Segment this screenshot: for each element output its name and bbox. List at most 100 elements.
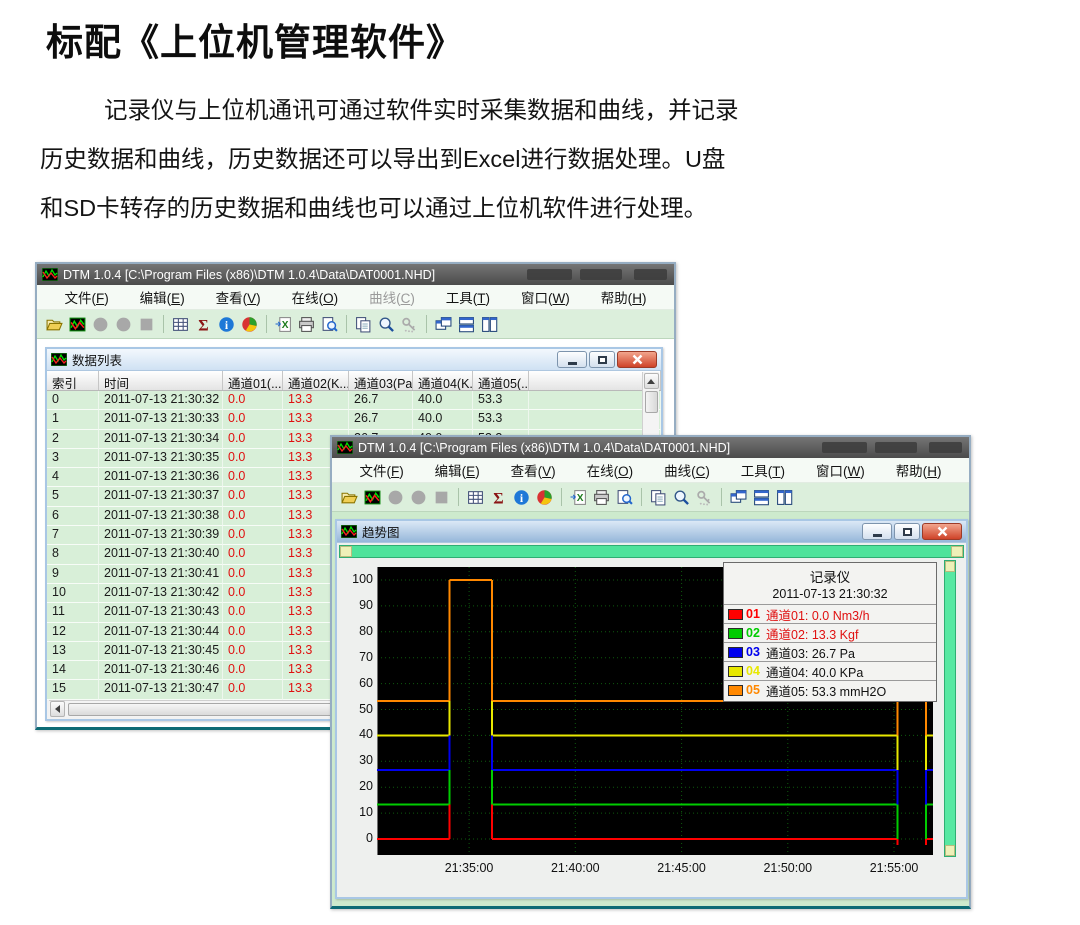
table-row[interactable]: 02011-07-13 21:30:320.013.326.740.053.3 <box>47 391 661 410</box>
sigma-icon[interactable]: Σ <box>488 487 509 507</box>
close-button[interactable] <box>617 351 657 368</box>
print-preview-icon[interactable] <box>319 314 340 334</box>
y-tick-label: 50 <box>339 702 373 716</box>
cascade-windows-icon[interactable] <box>728 487 749 507</box>
column-header[interactable]: 索引 <box>47 371 99 390</box>
arrow-up-icon <box>647 379 655 384</box>
table-cell: 26.7 <box>349 391 413 410</box>
table-cell: 2011-07-13 21:30:37 <box>99 487 223 506</box>
column-header[interactable]: 通道02(K... <box>283 371 349 390</box>
trend-titlebar[interactable]: 趋势图 <box>337 521 966 543</box>
copy-icon[interactable] <box>648 487 669 507</box>
menu-item-0[interactable]: 文件(F) <box>56 285 116 309</box>
zoom-icon[interactable] <box>671 487 692 507</box>
window-titlebar[interactable]: DTM 1.0.4 [C:\Program Files (x86)\DTM 1.… <box>332 437 969 458</box>
menu-item-4[interactable]: 曲线(C) <box>656 458 718 482</box>
table-cell: 53.3 <box>473 410 529 429</box>
toolbar-separator <box>346 315 347 333</box>
svg-text:Σ: Σ <box>493 490 503 506</box>
table-cell: 2011-07-13 21:30:42 <box>99 584 223 603</box>
channel-value: 通道04: 40.0 KPa <box>766 662 863 681</box>
open-folder-icon[interactable] <box>339 487 360 507</box>
menu-item-2[interactable]: 查看(V) <box>503 458 564 482</box>
intro-paragraph: 记录仪与上位机通讯可通过软件实时采集数据和曲线，并记录 历史数据和曲线，历史数据… <box>40 86 940 233</box>
scroll-up-button[interactable] <box>644 373 659 389</box>
pie-chart-icon[interactable] <box>239 314 260 334</box>
scroll-left-button[interactable] <box>50 701 65 717</box>
tile-horizontal-icon[interactable] <box>456 314 477 334</box>
time-range-slider[interactable] <box>339 545 964 558</box>
tile-horizontal-icon[interactable] <box>751 487 772 507</box>
column-header[interactable]: 通道01(... <box>223 371 283 390</box>
app-icon <box>51 353 67 366</box>
table-cell: 9 <box>47 565 99 584</box>
menu-item-2[interactable]: 查看(V) <box>208 285 269 309</box>
data-grid-icon[interactable] <box>170 314 191 334</box>
table-cell: 8 <box>47 545 99 564</box>
data-grid-icon[interactable] <box>465 487 486 507</box>
menu-item-3[interactable]: 在线(O) <box>284 285 347 309</box>
table-cell: 14 <box>47 661 99 680</box>
close-button[interactable] <box>922 523 962 540</box>
print-icon[interactable] <box>296 314 317 334</box>
column-header[interactable]: 通道04(K... <box>413 371 473 390</box>
y-tick-label: 20 <box>339 779 373 793</box>
table-cell: 13 <box>47 642 99 661</box>
excel-export-icon[interactable]: X <box>273 314 294 334</box>
minimize-button[interactable] <box>862 523 892 540</box>
open-folder-icon[interactable] <box>44 314 65 334</box>
y-tick-label: 0 <box>339 831 373 845</box>
column-header[interactable]: 时间 <box>99 371 223 390</box>
column-header[interactable]: 通道03(Pa) <box>349 371 413 390</box>
column-header[interactable]: 通道05(... <box>473 371 529 390</box>
toolbar-separator <box>163 315 164 333</box>
menu-item-1[interactable]: 编辑(E) <box>427 458 488 482</box>
info-icon[interactable]: i <box>216 314 237 334</box>
table-cell: 1 <box>47 410 99 429</box>
cascade-windows-icon[interactable] <box>433 314 454 334</box>
record2-disabled-icon <box>408 487 429 507</box>
vertical-slider[interactable] <box>944 560 956 857</box>
restore-button[interactable] <box>894 523 920 540</box>
menu-item-6[interactable]: 窗口(W) <box>808 458 873 482</box>
menu-item-0[interactable]: 文件(F) <box>351 458 411 482</box>
legend-row: 04通道04: 40.0 KPa <box>724 661 936 680</box>
menu-item-5[interactable]: 工具(T) <box>733 458 793 482</box>
scrollbar-thumb[interactable] <box>645 391 658 413</box>
print-preview-icon[interactable] <box>614 487 635 507</box>
menu-item-5[interactable]: 工具(T) <box>438 285 498 309</box>
print-icon[interactable] <box>591 487 612 507</box>
table-cell: 2011-07-13 21:30:47 <box>99 680 223 699</box>
slider-handle-right[interactable] <box>951 546 963 557</box>
pie-chart-icon[interactable] <box>534 487 555 507</box>
menu-item-6[interactable]: 窗口(W) <box>513 285 578 309</box>
toolbar-separator <box>561 488 562 506</box>
menu-item-3[interactable]: 在线(O) <box>579 458 642 482</box>
table-cell: 2011-07-13 21:30:40 <box>99 545 223 564</box>
slider-handle-bottom[interactable] <box>945 845 955 856</box>
zoom-icon[interactable] <box>376 314 397 334</box>
restore-button[interactable] <box>589 351 615 368</box>
menu-item-4[interactable]: 曲线(C) <box>361 285 423 309</box>
menu-item-7[interactable]: 帮助(H) <box>593 285 655 309</box>
sigma-icon[interactable]: Σ <box>193 314 214 334</box>
channel-id: 04 <box>746 664 766 678</box>
excel-export-icon[interactable]: X <box>568 487 589 507</box>
curve-view-icon[interactable] <box>362 487 383 507</box>
table-header: 索引时间通道01(...通道02(K...通道03(Pa)通道04(K...通道… <box>47 371 661 391</box>
window-titlebar[interactable]: DTM 1.0.4 [C:\Program Files (x86)\DTM 1.… <box>37 264 674 285</box>
slider-handle-left[interactable] <box>340 546 352 557</box>
slider-handle-top[interactable] <box>945 561 955 572</box>
copy-icon[interactable] <box>353 314 374 334</box>
tile-vertical-icon[interactable] <box>774 487 795 507</box>
menu-item-7[interactable]: 帮助(H) <box>888 458 950 482</box>
table-row[interactable]: 12011-07-13 21:30:330.013.326.740.053.3 <box>47 410 661 429</box>
table-cell: 2 <box>47 430 99 449</box>
minimize-button[interactable] <box>557 351 587 368</box>
minimize-icon <box>568 362 577 365</box>
menu-item-1[interactable]: 编辑(E) <box>132 285 193 309</box>
curve-view-icon[interactable] <box>67 314 88 334</box>
data-list-titlebar[interactable]: 数据列表 <box>47 349 661 371</box>
info-icon[interactable]: i <box>511 487 532 507</box>
tile-vertical-icon[interactable] <box>479 314 500 334</box>
